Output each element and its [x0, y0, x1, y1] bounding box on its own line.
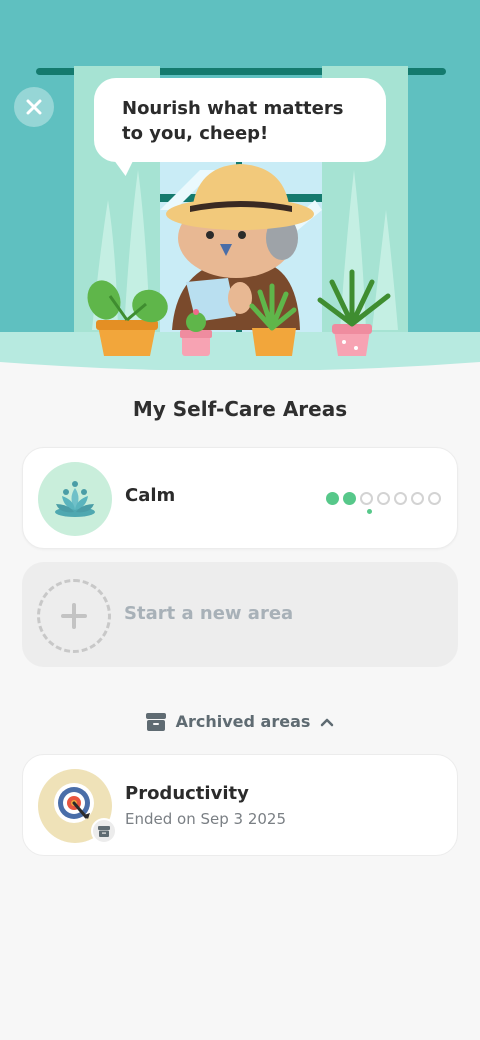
new-area-label: Start a new area	[124, 603, 294, 624]
progress-dot	[428, 492, 441, 505]
plus-icon	[61, 603, 87, 629]
archived-area-card-productivity[interactable]: Productivity Ended on Sep 3 2025	[22, 754, 458, 856]
start-new-area-button[interactable]: Start a new area	[22, 562, 458, 667]
close-button[interactable]	[14, 87, 54, 127]
progress-dots	[326, 492, 441, 505]
archived-badge	[91, 818, 117, 844]
archived-area-name: Productivity	[125, 783, 249, 804]
chevron-up-icon	[321, 718, 334, 726]
archived-areas-label: Archived areas	[175, 712, 311, 731]
speech-bubble-tail	[112, 158, 138, 176]
close-icon	[26, 99, 42, 115]
section-title: My Self-Care Areas	[132, 397, 348, 421]
current-day-indicator	[367, 509, 372, 514]
gardening-bird-illustration	[0, 0, 480, 370]
lotus-icon	[55, 481, 95, 517]
progress-dot	[377, 492, 390, 505]
area-name: Calm	[125, 485, 176, 506]
progress-dot	[343, 492, 356, 505]
area-icon-circle	[38, 462, 112, 536]
speech-bubble: Nourish what matters to you, cheep!	[94, 78, 386, 176]
progress-dot	[360, 492, 373, 505]
progress-dot	[394, 492, 407, 505]
progress-dot	[411, 492, 424, 505]
progress-dot	[326, 492, 339, 505]
archive-box-icon	[145, 712, 166, 731]
hero-illustration: Nourish what matters to you, cheep!	[0, 0, 480, 370]
speech-text: Nourish what matters to you, cheep!	[122, 98, 344, 144]
new-area-circle	[37, 579, 111, 653]
archived-areas-toggle[interactable]: Archived areas	[0, 712, 480, 731]
archived-area-ended-date: Ended on Sep 3 2025	[125, 810, 287, 828]
archive-box-icon	[98, 825, 110, 837]
area-card-calm[interactable]: Calm	[22, 447, 458, 549]
